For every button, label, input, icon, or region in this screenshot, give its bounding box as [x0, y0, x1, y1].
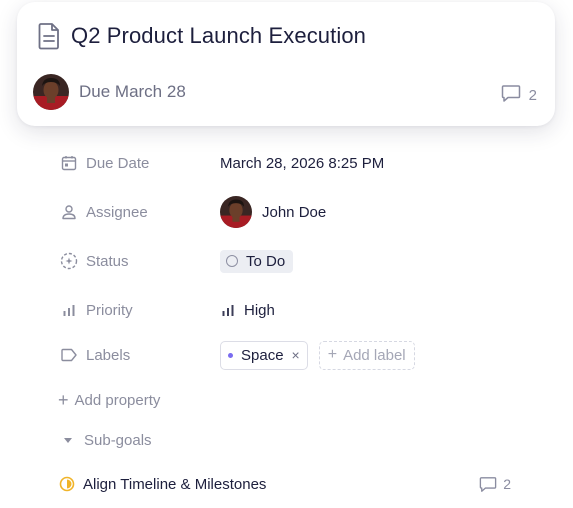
comment-icon [479, 476, 497, 493]
priority-text: High [244, 301, 275, 319]
card-title-row: Q2 Product Launch Execution [37, 22, 366, 50]
add-property-text: Add property [74, 392, 161, 409]
assignee-avatar [220, 196, 252, 228]
person-icon [60, 203, 78, 221]
tag-icon [60, 346, 78, 364]
label-color-dot [228, 352, 233, 358]
labels-label-text: Labels [86, 346, 131, 364]
subgoal-comments-button[interactable]: 2 [479, 476, 511, 493]
add-label-button[interactable]: + Add label [318, 340, 415, 370]
status-dashed-circle-icon [60, 252, 78, 270]
priority-label-text: Priority [86, 301, 133, 319]
subgoals-header-text: Sub-goals [84, 432, 152, 449]
goal-card: Q2 Product Launch Execution Due March 28… [17, 2, 555, 126]
due-date-label-text: Due Date [86, 154, 150, 172]
property-due-date: Due Date March 28, 2026 8:25 PM [60, 148, 520, 178]
subgoal-item[interactable]: Align Timeline & Milestones 2 [59, 472, 511, 496]
due-date-summary: Due March 28 [79, 82, 186, 101]
plus-icon: + [327, 346, 338, 363]
comments-button[interactable]: 2 [501, 84, 537, 107]
due-date-value[interactable]: March 28, 2026 8:25 PM [220, 155, 384, 172]
subgoal-title: Align Timeline & Milestones [83, 475, 267, 493]
property-labels: Labels Space × + Add label [60, 340, 520, 370]
property-priority: Priority High [60, 295, 520, 325]
page-title[interactable]: Q2 Product Launch Execution [71, 23, 366, 49]
card-meta: Due March 28 [33, 74, 186, 110]
subgoals-header[interactable]: Sub-goals [64, 432, 152, 449]
property-assignee: Assignee John Doe [60, 196, 520, 228]
status-text: To Do [246, 252, 286, 270]
comment-count: 2 [528, 87, 537, 104]
plus-icon: + [58, 390, 69, 410]
priority-bars-icon [60, 301, 78, 319]
label-chip-text: Space [241, 346, 284, 364]
in-progress-status-icon[interactable] [59, 476, 75, 492]
status-badge[interactable]: To Do [220, 249, 294, 273]
avatar[interactable] [33, 74, 69, 110]
remove-label-icon[interactable]: × [292, 347, 300, 363]
labels-label: Labels [60, 346, 220, 364]
caret-down-icon [64, 438, 72, 443]
add-label-text: Add label [343, 346, 406, 364]
status-label-text: Status [86, 252, 129, 270]
labels-value: Space × + Add label [220, 340, 415, 370]
add-property-button[interactable]: + Add property [58, 390, 160, 411]
todo-circle-icon [226, 255, 238, 267]
label-chip-space[interactable]: Space × [220, 340, 308, 370]
assignee-value[interactable]: John Doe [220, 196, 326, 228]
due-date-label: Due Date [60, 154, 220, 172]
subgoal-comment-count: 2 [503, 476, 511, 492]
assignee-label: Assignee [60, 203, 220, 221]
assignee-label-text: Assignee [86, 203, 148, 221]
priority-label: Priority [60, 301, 220, 319]
calendar-icon [60, 154, 78, 172]
comment-icon [501, 84, 521, 107]
status-label: Status [60, 252, 220, 270]
document-icon [37, 22, 61, 50]
assignee-name: John Doe [262, 203, 327, 221]
status-value[interactable]: To Do [220, 249, 294, 273]
priority-high-icon [220, 302, 236, 318]
priority-value[interactable]: High [220, 302, 275, 319]
property-status: Status To Do [60, 246, 520, 276]
